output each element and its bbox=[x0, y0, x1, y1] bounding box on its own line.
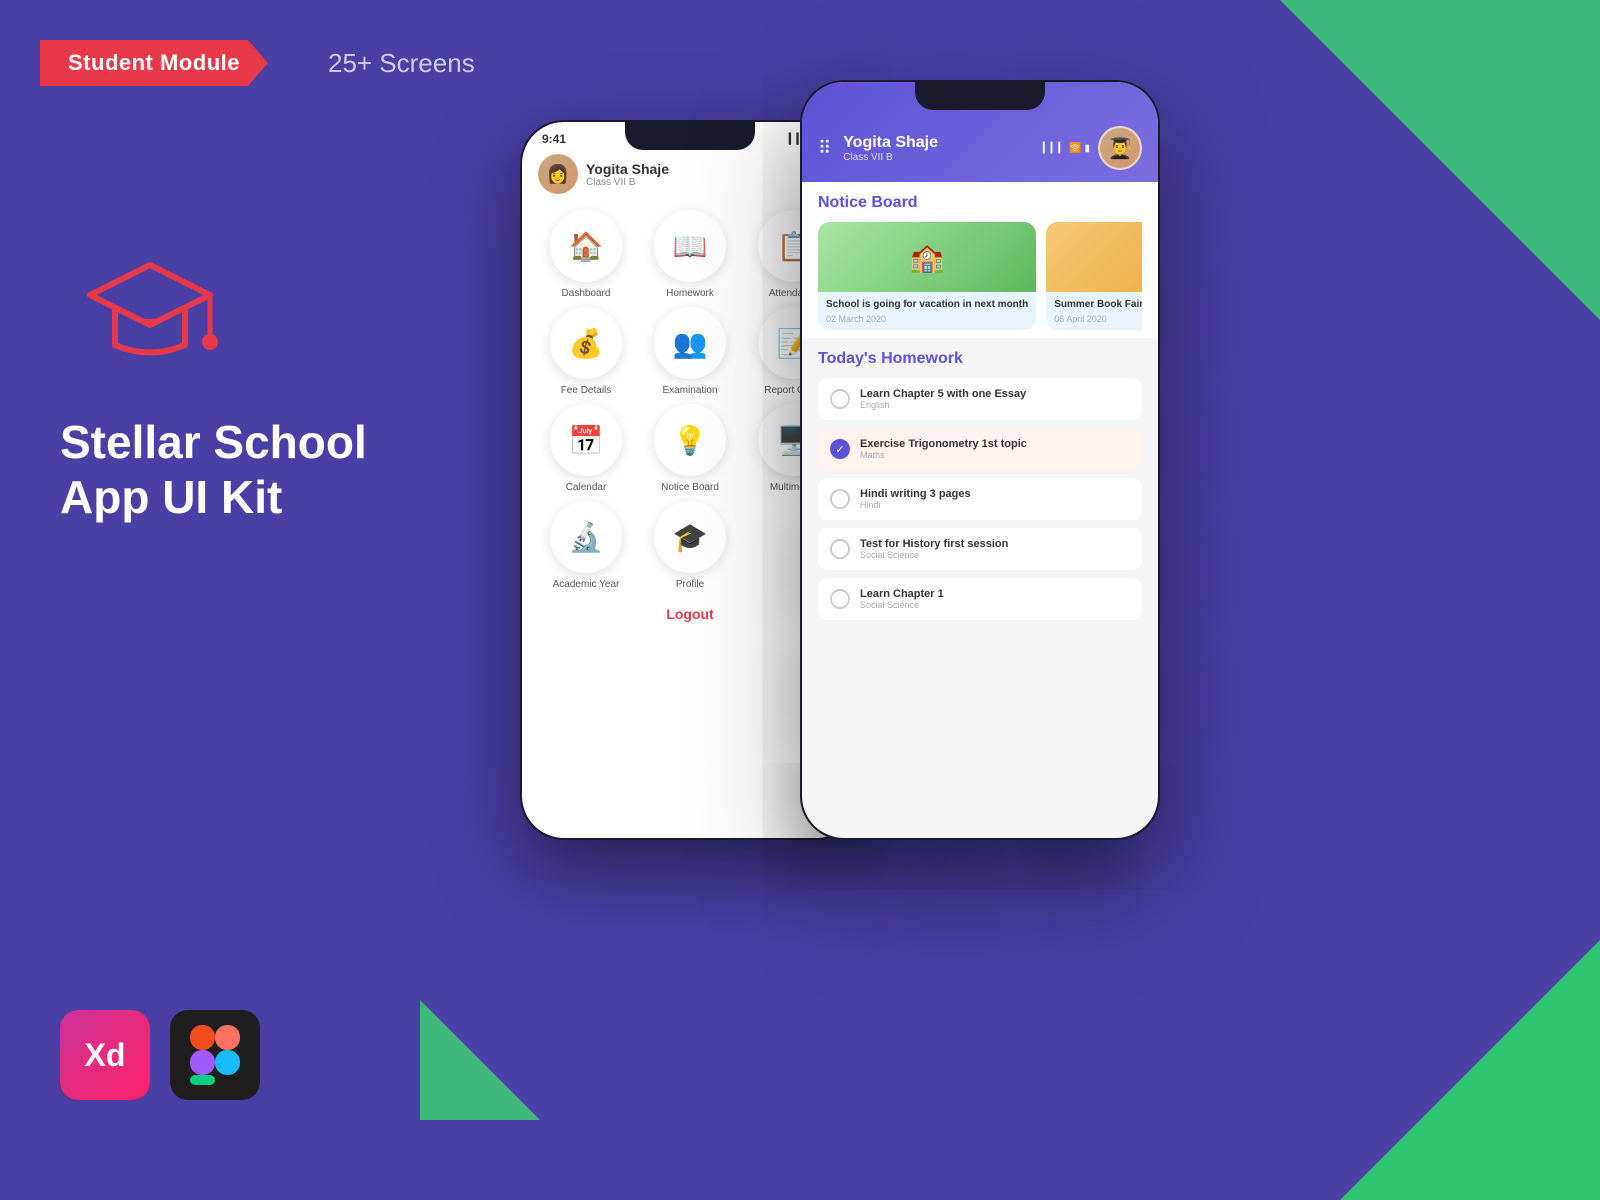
homework-title: Today's Homework bbox=[818, 350, 1142, 368]
notice-card[interactable]: 🏫 School is going for vacation in next m… bbox=[818, 222, 1036, 330]
phone2-wifi-icon: 🛜 bbox=[1069, 143, 1081, 154]
homework-item-text: Learn Chapter 1 bbox=[860, 588, 944, 600]
menu-icon-circle: 💰 bbox=[550, 307, 622, 379]
phone2-user-details: Yogita Shaje Class VII B bbox=[843, 134, 938, 163]
student-module-badge: Student Module bbox=[40, 40, 268, 86]
phone1-time: 9:41 bbox=[542, 132, 566, 146]
phone1-notch bbox=[625, 122, 755, 150]
notice-card-title: Summer Book Fair at School Campus in Jun… bbox=[1054, 298, 1142, 311]
homework-section: Today's Homework Learn Chapter 5 with on… bbox=[802, 338, 1158, 640]
homework-item-subject: Hindi bbox=[860, 500, 971, 510]
menu-item-calendar[interactable]: 📅 Calendar bbox=[538, 404, 634, 493]
menu-icon-circle: 📅 bbox=[550, 404, 622, 476]
menu-icon-circle: 💡 bbox=[654, 404, 726, 476]
notice-card-body: Summer Book Fair at School Campus in Jun… bbox=[1046, 292, 1142, 330]
menu-item-label: Academic Year bbox=[553, 579, 620, 590]
menu-item-label: Examination bbox=[662, 385, 717, 396]
notice-card-body: School is going for vacation in next mon… bbox=[818, 292, 1036, 330]
homework-checkbox[interactable] bbox=[830, 539, 850, 559]
phone2: ⠿ Yogita Shaje Class VII B ▎▎▎ 🛜 ▮ 👨‍🎓 bbox=[800, 80, 1160, 840]
phone2-status-icons: ▎▎▎ 🛜 ▮ bbox=[1043, 143, 1090, 154]
menu-item-label: Fee Details bbox=[561, 385, 612, 396]
phone2-user-info: ⠿ Yogita Shaje Class VII B bbox=[818, 134, 938, 163]
homework-item-details: Hindi writing 3 pages Hindi bbox=[860, 488, 971, 510]
left-brand: Stellar School App UI Kit bbox=[60, 220, 367, 575]
figma-icon bbox=[170, 1010, 260, 1100]
phone1-user-name: Yogita Shaje bbox=[586, 161, 669, 177]
screens-count-label: 25+ Screens bbox=[328, 48, 475, 79]
app-title: Stellar School App UI Kit bbox=[60, 415, 367, 525]
notice-card-title: School is going for vacation in next mon… bbox=[826, 298, 1028, 311]
menu-item-label: Notice Board bbox=[661, 482, 719, 493]
menu-item-fee-details[interactable]: 💰 Fee Details bbox=[538, 307, 634, 396]
homework-item-details: Test for History first session Social Sc… bbox=[860, 538, 1008, 560]
homework-checkbox[interactable] bbox=[830, 389, 850, 409]
homework-item-text: Test for History first session bbox=[860, 538, 1008, 550]
notice-card-date: 02 March 2020 bbox=[826, 314, 1028, 324]
homework-item[interactable]: Hindi writing 3 pages Hindi bbox=[818, 478, 1142, 520]
menu-item-examination[interactable]: 👥 Examination bbox=[642, 307, 738, 396]
menu-item-homework[interactable]: 📖 Homework bbox=[642, 210, 738, 299]
phone2-user-class: Class VII B bbox=[843, 152, 938, 163]
homework-item-details: Exercise Trigonometry 1st topic Maths bbox=[860, 438, 1027, 460]
homework-item-subject: Social Science bbox=[860, 600, 944, 610]
menu-icon-circle: 📖 bbox=[654, 210, 726, 282]
menu-icon-circle: 🏠 bbox=[550, 210, 622, 282]
menu-item-label: Calendar bbox=[566, 482, 607, 493]
homework-item-subject: Social Science bbox=[860, 550, 1008, 560]
menu-item-profile[interactable]: 🎓 Profile bbox=[642, 501, 738, 590]
notice-card-image: 📚 bbox=[1046, 222, 1142, 292]
phone1-user-class: Class VII B bbox=[586, 177, 669, 188]
homework-item-subject: Maths bbox=[860, 450, 1027, 460]
phone2-user-name: Yogita Shaje bbox=[843, 134, 938, 152]
phone2-avatar: 👨‍🎓 bbox=[1098, 126, 1142, 170]
menu-item-dashboard[interactable]: 🏠 Dashboard bbox=[538, 210, 634, 299]
menu-item-notice-board[interactable]: 💡 Notice Board bbox=[642, 404, 738, 493]
phone1-avatar-img: 👩 bbox=[538, 154, 578, 194]
notice-board-title: Notice Board bbox=[818, 194, 1142, 212]
homework-item[interactable]: Test for History first session Social Sc… bbox=[818, 528, 1142, 570]
homework-item[interactable]: Learn Chapter 1 Social Science bbox=[818, 578, 1142, 620]
notice-section: Notice Board 🏫 School is going for vacat… bbox=[802, 182, 1158, 338]
menu-item-label: Profile bbox=[676, 579, 704, 590]
homework-checkbox[interactable] bbox=[830, 489, 850, 509]
menu-icon-circle: 🎓 bbox=[654, 501, 726, 573]
homework-item[interactable]: Learn Chapter 5 with one Essay English bbox=[818, 378, 1142, 420]
menu-item-academic-year[interactable]: 🔬 Academic Year bbox=[538, 501, 634, 590]
notice-card-image: 🏫 bbox=[818, 222, 1036, 292]
notice-card-date: 06 April 2020 bbox=[1054, 314, 1142, 324]
phone2-notch bbox=[915, 82, 1045, 110]
grid-menu-icon[interactable]: ⠿ bbox=[818, 138, 831, 159]
menu-item-label: Homework bbox=[666, 288, 714, 299]
homework-item-details: Learn Chapter 1 Social Science bbox=[860, 588, 944, 610]
adobe-xd-icon: Xd bbox=[60, 1010, 150, 1100]
phone2-signal-icon: ▎▎▎ bbox=[1043, 143, 1066, 154]
tool-icons: Xd bbox=[60, 1010, 260, 1100]
menu-item-label: Dashboard bbox=[562, 288, 611, 299]
phone1-user-info: 👩 Yogita Shaje Class VII B bbox=[538, 154, 669, 194]
homework-items-list: Learn Chapter 5 with one Essay English ✓… bbox=[818, 378, 1142, 620]
phone1-avatar: 👩 bbox=[538, 154, 578, 194]
homework-item[interactable]: ✓ Exercise Trigonometry 1st topic Maths bbox=[818, 428, 1142, 470]
phone1-user-details: Yogita Shaje Class VII B bbox=[586, 161, 669, 188]
phones-container: 9:41 ▎▎▎ 🛜 ▮ 👩 Yogita Shaje Class VII B bbox=[480, 60, 1600, 1200]
graduation-cap-icon bbox=[60, 220, 240, 380]
homework-item-subject: English bbox=[860, 400, 1026, 410]
header: Student Module 25+ Screens bbox=[40, 40, 475, 86]
notice-cards-list: 🏫 School is going for vacation in next m… bbox=[818, 222, 1142, 330]
homework-checkbox[interactable] bbox=[830, 589, 850, 609]
homework-item-text: Hindi writing 3 pages bbox=[860, 488, 971, 500]
notice-card[interactable]: 📚 Summer Book Fair at School Campus in J… bbox=[1046, 222, 1142, 330]
menu-icon-circle: 👥 bbox=[654, 307, 726, 379]
menu-icon-circle: 🔬 bbox=[550, 501, 622, 573]
phone2-battery-icon: ▮ bbox=[1084, 143, 1090, 154]
homework-item-text: Exercise Trigonometry 1st topic bbox=[860, 438, 1027, 450]
homework-checkbox[interactable]: ✓ bbox=[830, 439, 850, 459]
homework-item-details: Learn Chapter 5 with one Essay English bbox=[860, 388, 1026, 410]
homework-item-text: Learn Chapter 5 with one Essay bbox=[860, 388, 1026, 400]
